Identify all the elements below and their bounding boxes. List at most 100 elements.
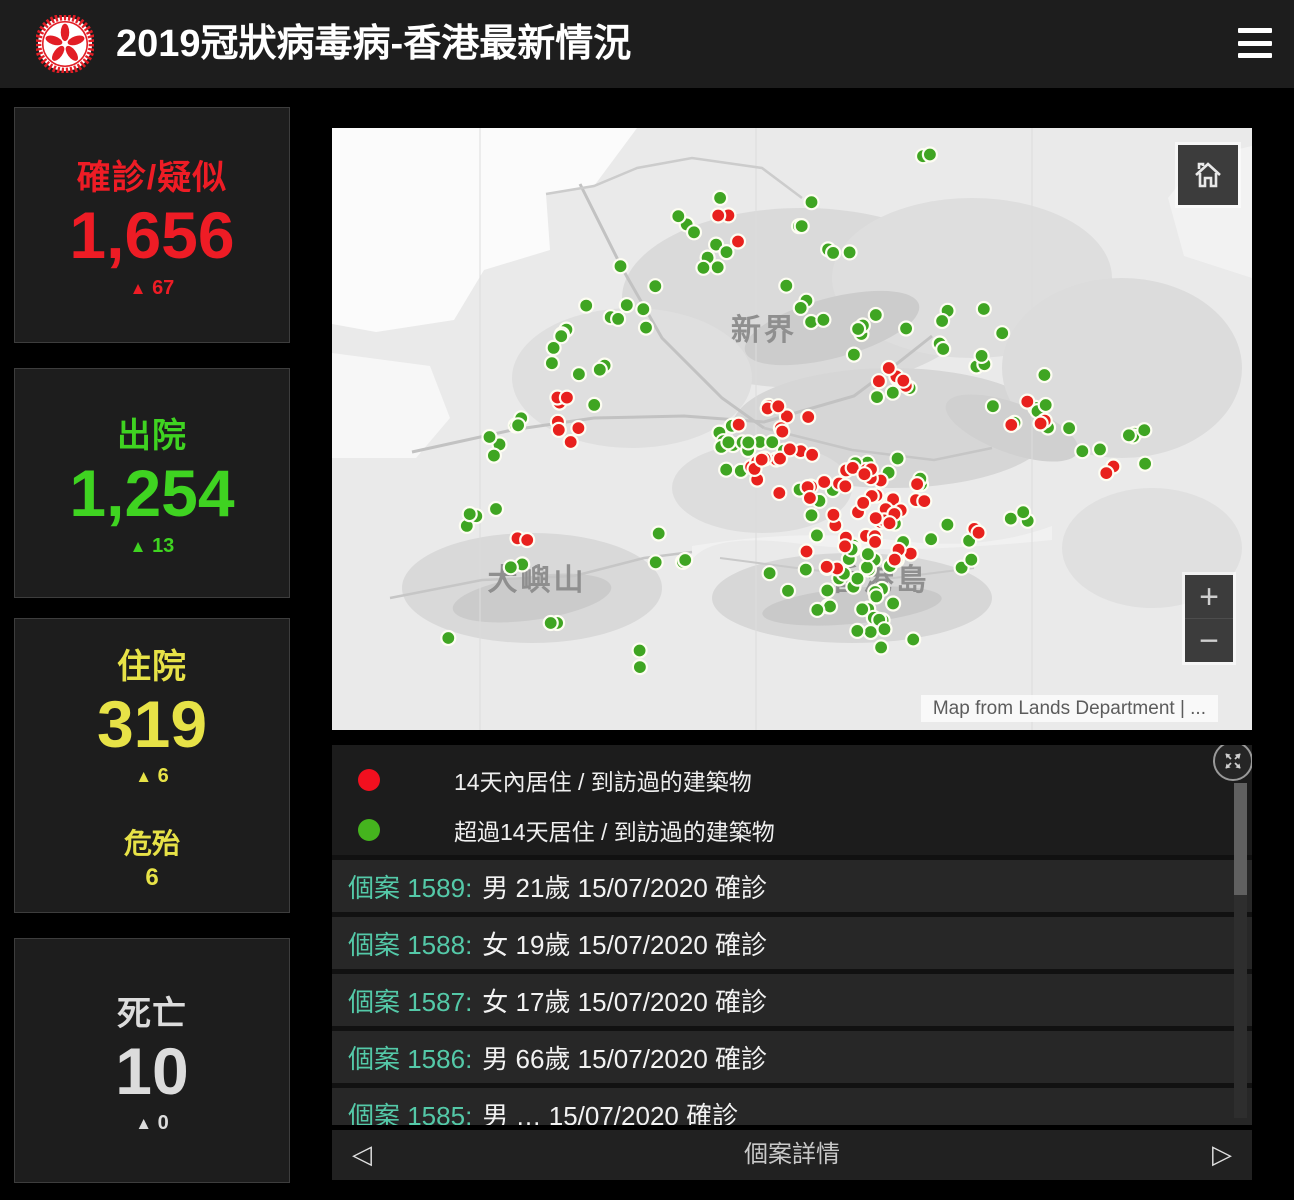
case-dot-old[interactable] <box>936 342 950 356</box>
case-dot-old[interactable] <box>593 363 607 377</box>
case-dot-recent[interactable] <box>772 486 786 500</box>
case-dot-old[interactable] <box>544 616 558 630</box>
case-dot-recent[interactable] <box>552 423 566 437</box>
case-dot-old[interactable] <box>652 527 666 541</box>
case-dot-old[interactable] <box>721 435 735 449</box>
case-dot-recent[interactable] <box>838 539 852 553</box>
zoom-in-button[interactable]: + <box>1185 575 1233 619</box>
case-dot-old[interactable] <box>611 312 625 326</box>
case-dot-recent[interactable] <box>805 448 819 462</box>
case-dot-old[interactable] <box>741 435 755 449</box>
case-dot-old[interactable] <box>1138 457 1152 471</box>
case-dot-old[interactable] <box>720 245 734 259</box>
case-dot-old[interactable] <box>1016 505 1030 519</box>
case-dot-old[interactable] <box>851 322 865 336</box>
expand-button[interactable] <box>1213 745 1252 781</box>
case-dot-recent[interactable] <box>783 442 797 456</box>
case-dot-old[interactable] <box>870 390 884 404</box>
case-dot-old[interactable] <box>899 322 913 336</box>
case-dot-old[interactable] <box>483 430 497 444</box>
case-dot-old[interactable] <box>977 302 991 316</box>
hamburger-menu-icon[interactable] <box>1238 26 1272 60</box>
case-dot-old[interactable] <box>924 532 938 546</box>
case-dot-recent[interactable] <box>882 361 896 375</box>
case-dot-old[interactable] <box>504 560 518 574</box>
case-dot-recent[interactable] <box>1004 418 1018 432</box>
case-dot-old[interactable] <box>850 624 864 638</box>
case-dot-recent[interactable] <box>868 535 882 549</box>
case-dot-old[interactable] <box>794 301 808 315</box>
case-dot-old[interactable] <box>986 399 1000 413</box>
case-dot-old[interactable] <box>713 191 727 205</box>
case-list-item[interactable]: 個案 1588: 女 19歲 15/07/2020 確診 <box>332 912 1252 969</box>
case-dot-old[interactable] <box>489 502 503 516</box>
case-dot-old[interactable] <box>805 508 819 522</box>
case-dot-recent[interactable] <box>520 533 534 547</box>
case-dot-recent[interactable] <box>801 410 815 424</box>
case-dot-recent[interactable] <box>896 374 910 388</box>
case-dot-old[interactable] <box>687 225 701 239</box>
scrollbar[interactable] <box>1234 783 1247 1118</box>
case-dot-recent[interactable] <box>803 491 817 505</box>
case-dot-old[interactable] <box>810 603 824 617</box>
case-dot-recent[interactable] <box>560 391 574 405</box>
case-dot-recent[interactable] <box>883 516 897 530</box>
case-dot-old[interactable] <box>820 584 834 598</box>
case-dot-old[interactable] <box>874 640 888 654</box>
case-dot-old[interactable] <box>511 418 525 432</box>
case-dot-old[interactable] <box>847 348 861 362</box>
case-dot-old[interactable] <box>816 313 830 327</box>
case-dot-old[interactable] <box>781 584 795 598</box>
case-dot-old[interactable] <box>891 452 905 466</box>
case-dot-old[interactable] <box>923 148 937 162</box>
map-attribution[interactable]: Map from Lands Department | ... <box>921 695 1218 722</box>
case-dot-old[interactable] <box>940 518 954 532</box>
case-dot-old[interactable] <box>547 341 561 355</box>
case-dot-old[interactable] <box>869 589 883 603</box>
case-dot-old[interactable] <box>671 209 685 223</box>
case-dot-old[interactable] <box>964 553 978 567</box>
case-dot-old[interactable] <box>810 528 824 542</box>
case-list-item[interactable]: 個案 1585: 男 … 15/07/2020 確診 <box>332 1083 1252 1125</box>
case-dot-recent[interactable] <box>857 467 871 481</box>
case-dot-recent[interactable] <box>732 418 746 432</box>
case-dot-recent[interactable] <box>755 453 769 467</box>
case-list-item[interactable]: 個案 1586: 男 66歲 15/07/2020 確診 <box>332 1026 1252 1083</box>
case-dot-old[interactable] <box>649 555 663 569</box>
case-dot-old[interactable] <box>779 279 793 293</box>
case-dot-old[interactable] <box>1037 368 1051 382</box>
case-dot-old[interactable] <box>886 597 900 611</box>
case-dot-recent[interactable] <box>731 235 745 249</box>
case-dot-recent[interactable] <box>1099 466 1113 480</box>
case-dot-recent[interactable] <box>1020 395 1034 409</box>
case-dot-recent[interactable] <box>711 209 725 223</box>
case-dot-recent[interactable] <box>838 479 852 493</box>
case-dot-old[interactable] <box>805 195 819 209</box>
case-dot-old[interactable] <box>864 625 878 639</box>
case-dot-recent[interactable] <box>869 511 883 525</box>
case-list-item[interactable]: 個案 1589: 男 21歲 15/07/2020 確診 <box>332 855 1252 912</box>
case-dot-recent[interactable] <box>771 399 785 413</box>
case-dot-old[interactable] <box>579 299 593 313</box>
case-dot-old[interactable] <box>763 566 777 580</box>
case-dot-old[interactable] <box>1137 423 1151 437</box>
case-dot-old[interactable] <box>648 279 662 293</box>
case-dot-old[interactable] <box>633 644 647 658</box>
case-dot-recent[interactable] <box>571 421 585 435</box>
case-dot-old[interactable] <box>1039 398 1053 412</box>
case-dot-old[interactable] <box>678 553 692 567</box>
case-dot-old[interactable] <box>719 463 733 477</box>
hong-kong-map[interactable]: 新界 大嶼山 香港島 + − Map from Lands Department… <box>332 128 1252 730</box>
next-tab-button[interactable]: ▷ <box>1204 1130 1240 1180</box>
case-dot-old[interactable] <box>935 314 949 328</box>
case-dot-old[interactable] <box>795 219 809 233</box>
case-dot-recent[interactable] <box>972 526 986 540</box>
case-dot-old[interactable] <box>696 261 710 275</box>
case-dot-old[interactable] <box>975 349 989 363</box>
case-dot-old[interactable] <box>995 326 1009 340</box>
case-dot-recent[interactable] <box>1034 417 1048 431</box>
case-dot-old[interactable] <box>487 449 501 463</box>
case-dot-old[interactable] <box>799 563 813 577</box>
case-dot-recent[interactable] <box>826 508 840 522</box>
case-dot-old[interactable] <box>633 660 647 674</box>
